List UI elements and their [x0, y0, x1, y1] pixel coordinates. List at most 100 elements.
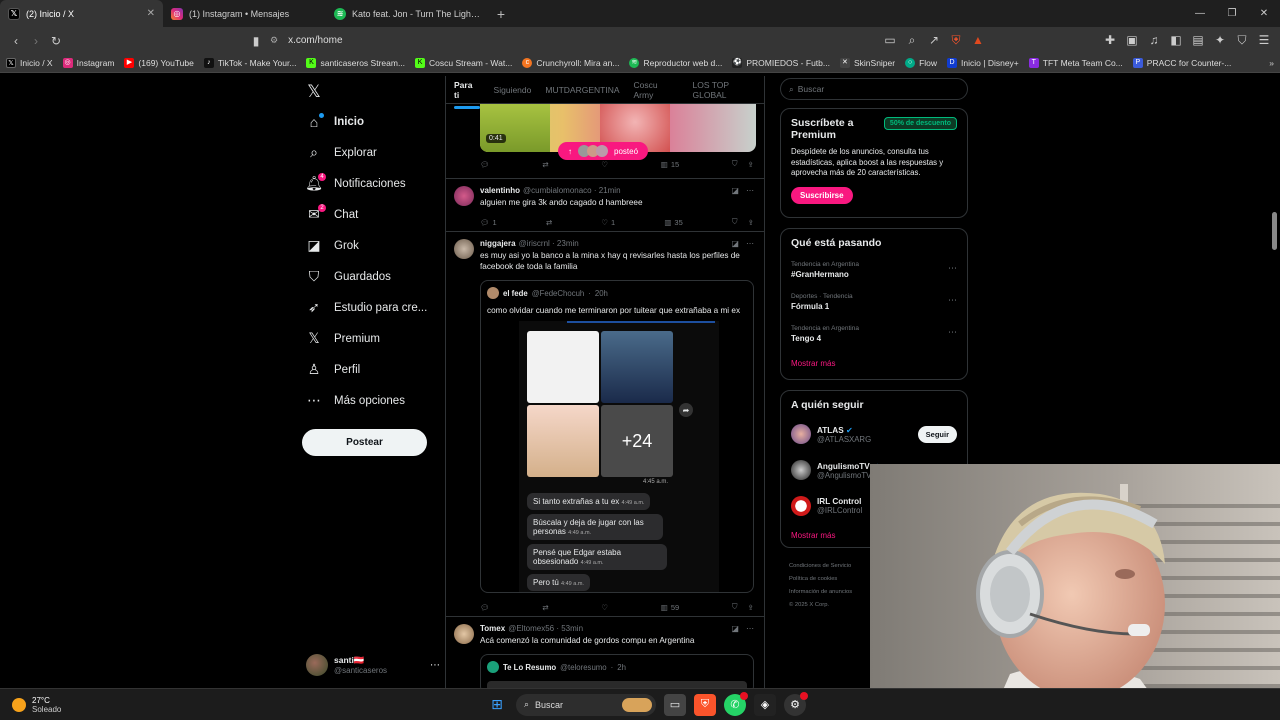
page-scrollbar[interactable]	[1272, 212, 1277, 250]
retweet-icon[interactable]: ⇄	[542, 160, 548, 169]
reply-icon[interactable]: 💬︎	[480, 603, 490, 612]
bookmark-item[interactable]: ◎ Instagram	[62, 58, 114, 68]
retweet-icon[interactable]: ⇄	[542, 603, 548, 612]
tweet-partial[interactable]: 0:41 ↑ posteó 💬︎ ⇄ ♡ ▥ 15 ⛉ ⇪	[446, 102, 764, 179]
more-icon[interactable]: ⋯	[948, 295, 957, 306]
tab-x-inicio[interactable]: 𝕏 (2) Inicio / X ✕	[0, 0, 163, 27]
more-icon[interactable]: ⋯	[948, 327, 957, 338]
tab-instagram[interactable]: ◎ (1) Instagram • Mensajes	[163, 0, 326, 27]
bookmark-item[interactable]: Ksanticaseros Stream...	[306, 58, 405, 68]
tweet-time[interactable]: 21min	[599, 186, 621, 195]
wallet-icon[interactable]: ▤	[1188, 30, 1208, 50]
share-icon[interactable]: ➦	[679, 403, 693, 417]
tweet[interactable]: Tomex @Eltomex56 · 53min ◪ ⋯ Acá comenzó la…	[446, 617, 764, 688]
bookmark-icon[interactable]: ⛉	[732, 217, 738, 227]
nav-inicio[interactable]: ⌂ Inicio	[300, 106, 440, 137]
reply-icon[interactable]: 💬︎ 1	[480, 218, 497, 227]
tweet-time[interactable]: 53min	[561, 624, 583, 633]
brave-shield-icon[interactable]: ⛨	[946, 30, 966, 50]
bookmark-item[interactable]: D Inicio | Disney+	[947, 58, 1019, 68]
bookmark-item[interactable]: ≋ Reproductor web d...	[629, 58, 722, 68]
window-close-icon[interactable]: ✕	[1248, 0, 1280, 27]
share-icon[interactable]: ⇪	[748, 603, 754, 612]
nav-mas-opciones[interactable]: ⋯ Más opciones	[300, 385, 440, 416]
windows-start-icon[interactable]: ⊞	[486, 694, 508, 716]
follow-suggestion[interactable]: ATLAS ✔ @ATLASXARG Seguir	[791, 421, 957, 447]
menu-icon[interactable]: ☰	[1254, 30, 1274, 50]
avatar[interactable]	[454, 186, 474, 206]
more-icon[interactable]: ⋯	[430, 660, 440, 671]
post-button[interactable]: Postear	[302, 429, 427, 456]
views-icon[interactable]: ▥ 15	[661, 160, 679, 169]
more-icon[interactable]: ⋯	[948, 263, 957, 274]
taskbar-search[interactable]: ⌕ Buscar	[516, 693, 656, 716]
new-tab-icon[interactable]: +	[489, 0, 513, 27]
trend-item[interactable]: Tendencia en Argentina Tengo 4 ⋯	[791, 325, 957, 343]
ai-icon[interactable]: ✦	[1210, 30, 1230, 50]
nav-estudio[interactable]: ➶ Estudio para cre...	[300, 292, 440, 323]
tweet-handle[interactable]: @cumbialomonaco	[523, 186, 592, 195]
app-icon[interactable]: ◈	[754, 693, 776, 716]
tab-list[interactable]: Coscu Army	[634, 80, 679, 100]
bookmark-item[interactable]: ▶ (169) YouTube	[124, 58, 194, 68]
brave-icon[interactable]: ⛨	[694, 693, 716, 716]
tab-list[interactable]: MUTDARGENTINA	[545, 85, 619, 95]
tweet-handle[interactable]: @Eltomex56	[508, 624, 554, 633]
reload-icon[interactable]: ↻	[46, 31, 66, 51]
trend-item[interactable]: Deportes · Tendencia Fórmula 1 ⋯	[791, 293, 957, 311]
tweet-author[interactable]: niggajera	[480, 239, 516, 248]
tab-spotify[interactable]: ≋ Kato feat. Jon - Turn The Lights Off (	[326, 0, 489, 27]
quoted-tweet[interactable]: Te Lo Resumo @teloresumo · 2h	[480, 654, 754, 688]
bookmark-item[interactable]: K Coscu Stream - Wat...	[415, 58, 512, 68]
nav-chat[interactable]: ✉ 2 Chat	[300, 199, 440, 230]
subscribe-button[interactable]: Suscribirse	[791, 186, 853, 204]
extensions-icon[interactable]: ✚	[1100, 30, 1120, 50]
bookmark-icon[interactable]: ▮	[246, 31, 266, 51]
bookmark-item[interactable]: ♪ TikTok - Make Your...	[203, 58, 296, 68]
avatar[interactable]	[454, 624, 474, 644]
views-icon[interactable]: ▥ 35	[664, 218, 682, 227]
like-icon[interactable]: ♡	[601, 160, 608, 169]
share-icon[interactable]: ↗	[924, 30, 944, 50]
trend-item[interactable]: Tendencia en Argentina #GranHermano ⋯	[791, 261, 957, 279]
footer-link[interactable]: Política de cookies	[789, 573, 874, 586]
close-tab-icon[interactable]: ✕	[147, 8, 155, 19]
bookmark-item[interactable]: P PRACC for Counter-...	[1132, 58, 1231, 68]
nav-grok[interactable]: ◪ Grok	[300, 230, 440, 261]
tweet-handle[interactable]: @iriscrnl	[519, 239, 550, 248]
minimize-icon[interactable]: —	[1184, 0, 1216, 27]
bookmark-item[interactable]: 𝕏 Inicio / X	[6, 58, 53, 68]
follow-button[interactable]: Seguir	[917, 425, 957, 443]
bookmark-item[interactable]: T TFT Meta Team Co...	[1028, 58, 1123, 68]
grok-icon[interactable]: ◪	[731, 624, 740, 633]
tweet-author[interactable]: valentinho	[480, 186, 520, 195]
tab-para-ti[interactable]: Para ti	[454, 80, 480, 109]
file-explorer-icon[interactable]: ▭	[664, 693, 686, 716]
tweet-time[interactable]: 23min	[557, 239, 579, 248]
screenshot-icon[interactable]: ▣	[1122, 30, 1142, 50]
share-icon[interactable]: ⇪	[748, 218, 754, 227]
bookmark-item[interactable]: ✕ SkinSniper	[839, 58, 895, 68]
more-bookmarks-icon[interactable]: »	[1269, 58, 1274, 68]
grok-icon[interactable]: ◪	[731, 186, 740, 195]
show-more-link[interactable]: Mostrar más	[791, 359, 957, 368]
vpn-icon[interactable]: ⛉	[1232, 30, 1252, 50]
tweet-author[interactable]: Tomex	[480, 624, 505, 633]
account-switcher[interactable]: santi🇦🇹 @santicaseros ⋯	[306, 652, 440, 678]
weather-widget[interactable]: 27°C Soleado	[12, 696, 132, 714]
views-icon[interactable]: ▥ 59	[661, 603, 679, 612]
back-icon[interactable]: ‹	[6, 31, 26, 51]
x-home-logo[interactable]: 𝕏	[300, 78, 440, 106]
bookmark-item[interactable]: ○ Flow	[905, 58, 937, 68]
grok-icon[interactable]: ◪	[731, 239, 740, 248]
quoted-tweet[interactable]: el fede @FedeChocuh · 20h como olvidar cua…	[480, 280, 754, 593]
site-info-icon[interactable]: ⚙	[270, 35, 278, 46]
brave-rewards-icon[interactable]: ▲	[968, 30, 988, 50]
tab-siguiendo[interactable]: Siguiendo	[494, 85, 532, 95]
tweet[interactable]: niggajera @iriscrnl · 23min ◪ ⋯ es muy asi …	[446, 232, 764, 617]
media-icon[interactable]: ♫	[1144, 30, 1164, 50]
bookmark-icon[interactable]: ⛉	[732, 602, 738, 612]
reply-icon[interactable]: 💬︎	[480, 160, 490, 169]
more-icon[interactable]: ⋯	[746, 239, 754, 248]
like-icon[interactable]: ♡ 1	[601, 218, 615, 227]
